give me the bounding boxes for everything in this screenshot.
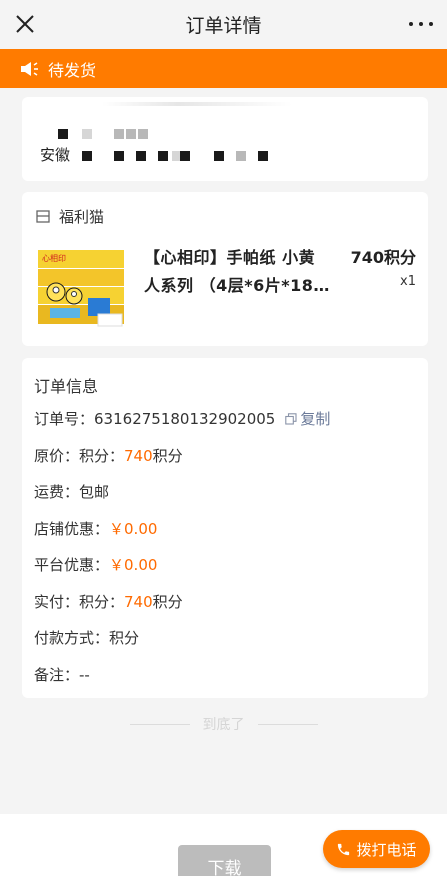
goods-card[interactable]: 福利猫 心相印 【心相印】手帕纸 小黄 人系列 （4层*6片*18… 740积分… [22,192,428,346]
address-card[interactable]: 安徽 [22,97,428,181]
shop-header[interactable]: 福利猫 [36,206,104,227]
call-button[interactable]: 拨打电话 [323,830,430,868]
remark-value: -- [79,665,90,684]
phone-icon [338,843,350,855]
redacted-block [82,129,92,139]
platform-discount-row: 平台优惠： ￥0.00 [34,554,157,575]
svg-text:心相印: 心相印 [42,253,66,263]
payment-method-value: 积分 [109,629,140,647]
end-hint-text: 到底了 [202,717,245,733]
redacted-block [114,151,124,161]
order-status-banner: 待发货 [0,49,447,88]
divider [129,723,190,725]
product-name-line: 【心相印】手帕纸 小黄 [144,248,316,267]
product-quantity: x1 [400,274,416,289]
redacted-block [136,151,146,161]
original-price-row: 原价：积分： 740 积分 [34,445,183,466]
divider [257,723,318,725]
close-icon[interactable] [14,13,36,35]
paid-unit: 积分 [152,593,183,611]
copy-button[interactable]: 复制 [285,408,330,429]
product-price: 740积分 [350,248,416,267]
order-status-text: 待发货 [48,60,97,80]
redacted-block [158,151,168,161]
platform-discount-label: 平台优惠： [34,556,110,574]
product-name-line: 人系列 （4层*6片*18… [144,276,330,295]
original-price-value: 740 [124,446,153,465]
redacted-block [258,151,268,161]
order-info-heading: 订单信息 [34,377,99,396]
end-of-list-hint: 到底了 [0,712,447,736]
payment-method-row: 付款方式： 积分 [34,627,139,648]
shipping-value: 包邮 [79,483,110,501]
paid-value: 740 [124,592,153,611]
order-number-row: 订单号： 6316275180132902005 复制 [34,408,330,429]
redacted-block [126,129,136,139]
shop-discount-label: 店铺优惠： [34,520,110,538]
order-number-label: 订单号： [34,410,95,428]
call-label: 拨打电话 [356,840,417,859]
shipping-label: 运费： [34,483,80,501]
more-dots-icon[interactable] [409,14,433,34]
redacted-block [138,129,148,139]
redacted-block [236,151,246,161]
product-image[interactable]: 心相印 [34,242,128,330]
product-name[interactable]: 【心相印】手帕纸 小黄 人系列 （4层*6片*18… [144,244,344,300]
redacted-block [82,151,92,161]
store-icon [36,210,50,223]
remark-label: 备注： [34,666,80,684]
order-info-card: 订单信息 订单号： 6316275180132902005 复制 原价：积分： … [22,358,428,698]
redacted-block [214,151,224,161]
shop-discount-value: ￥0.00 [109,520,158,538]
shop-discount-row: 店铺优惠： ￥0.00 [34,518,157,539]
address-name: 安徽 [40,146,71,164]
order-number-value: 6316275180132902005 [94,409,276,428]
paid-row: 实付：积分： 740 积分 [34,591,183,612]
speaker-icon [21,61,38,76]
shop-name: 福利猫 [59,208,105,226]
paid-label: 实付：积分： [34,593,125,611]
page-title: 订单详情 [185,15,262,37]
download-button[interactable]: 下载 [178,845,271,876]
redacted-block [114,129,124,139]
remark-row: 备注： -- [34,664,90,685]
original-price-label: 原价：积分： [34,447,125,465]
copy-icon [285,412,297,425]
original-price-unit: 积分 [152,447,183,465]
top-nav-bar: 订单详情 [0,0,447,49]
shipping-row: 运费： 包邮 [34,481,109,502]
payment-method-label: 付款方式： [34,629,110,647]
redacted-line [102,102,292,106]
copy-label: 复制 [300,410,331,428]
redacted-block [58,129,68,139]
platform-discount-value: ￥0.00 [109,556,158,574]
redacted-block [180,151,190,161]
